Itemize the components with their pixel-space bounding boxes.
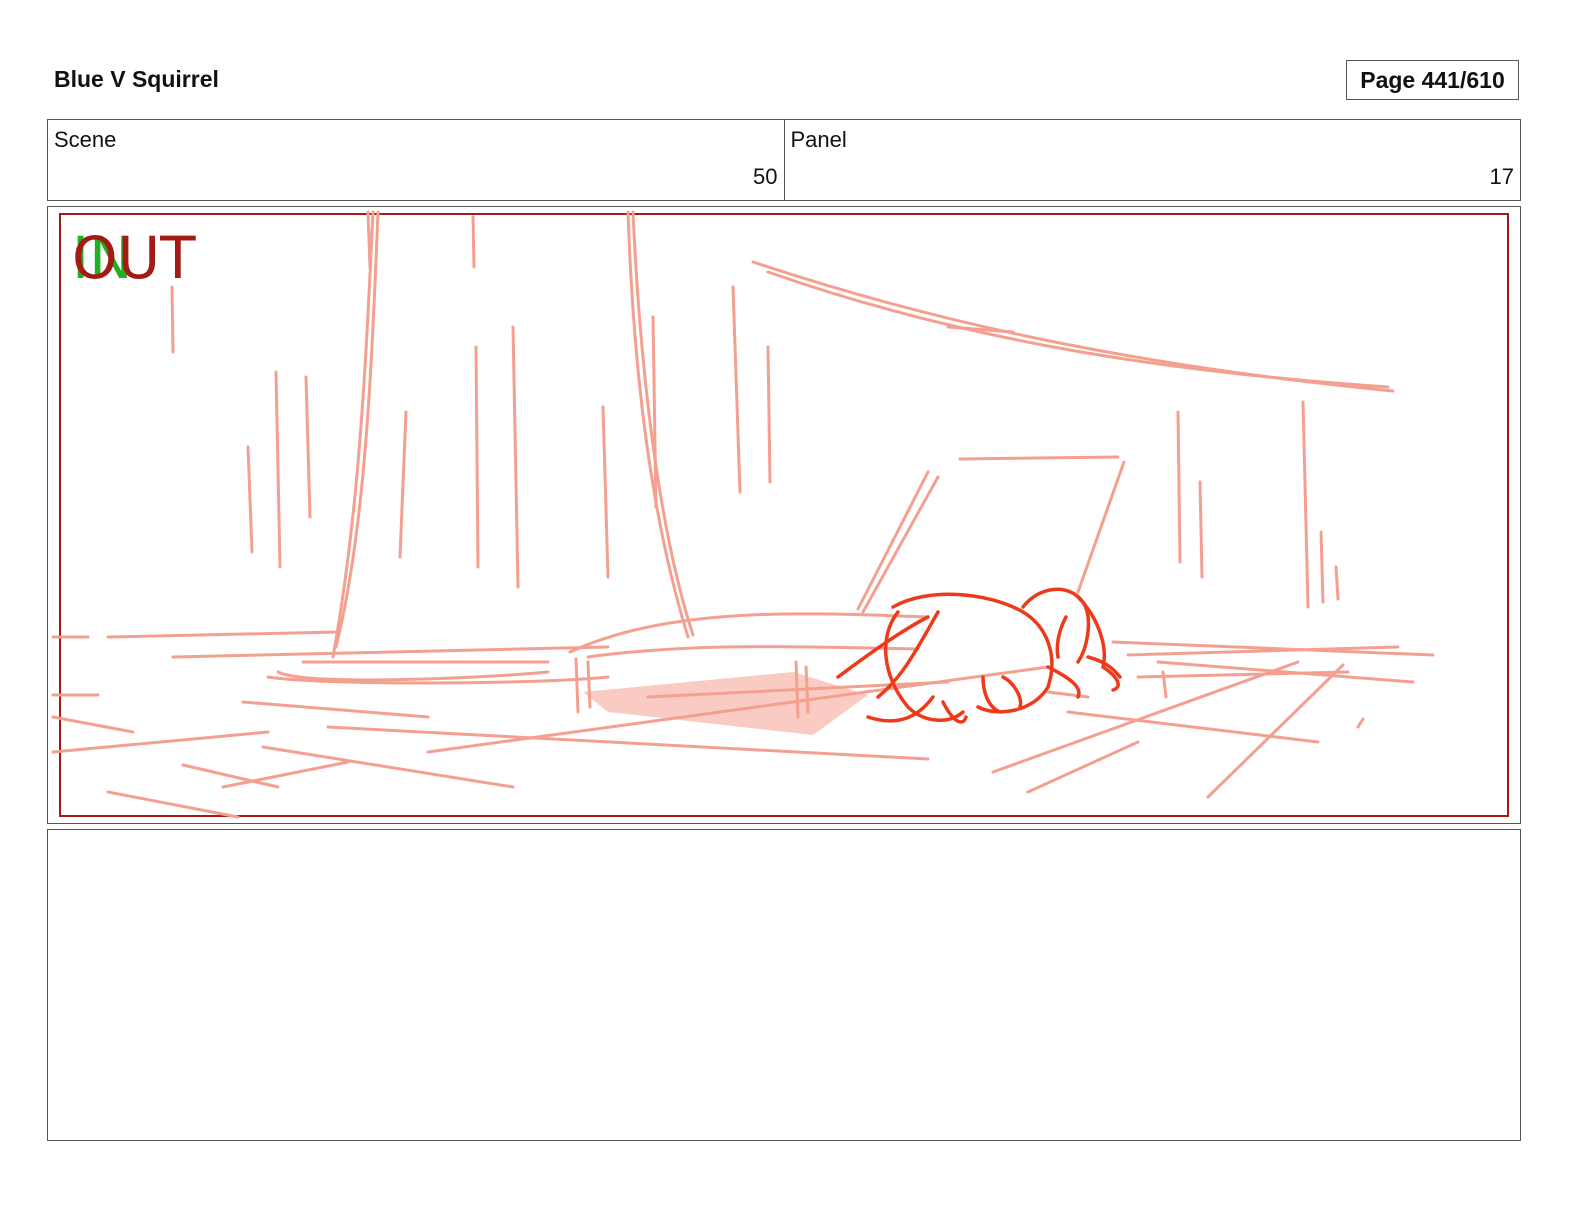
scene-panel-info: Scene 50 Panel 17 bbox=[47, 119, 1521, 201]
panel-value: 17 bbox=[1489, 164, 1514, 189]
panel-cell: Panel 17 bbox=[783, 120, 1521, 200]
scene-cell: Scene 50 bbox=[48, 120, 784, 200]
page-number: Page 441/610 bbox=[1346, 60, 1519, 100]
storyboard-frame: IN OUT bbox=[47, 206, 1521, 824]
scene-value: 50 bbox=[753, 164, 778, 189]
dialogue-notes-box bbox=[47, 829, 1521, 1141]
panel-label: Panel bbox=[790, 127, 847, 152]
out-marker: OUT bbox=[72, 224, 196, 292]
scene-label: Scene bbox=[54, 127, 117, 152]
storyboard-title: Blue V Squirrel bbox=[54, 66, 219, 92]
sketch-drawing bbox=[51, 210, 1509, 819]
squirrel-sketch bbox=[836, 587, 1122, 724]
